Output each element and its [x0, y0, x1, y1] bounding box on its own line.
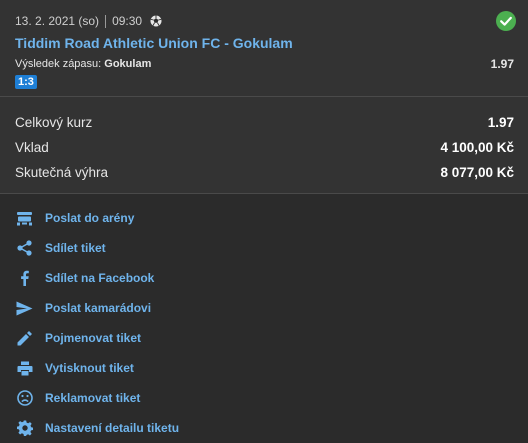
- pencil-icon: [16, 330, 33, 347]
- share-facebook-button[interactable]: Sdílet na Facebook: [0, 263, 528, 293]
- print-icon: [16, 360, 33, 377]
- actual-win-row: Skutečná výhra 8 077,00 Kč: [15, 164, 514, 189]
- print-ticket-label: Vytisknout tiket: [45, 361, 134, 375]
- actual-win-value: 8 077,00 Kč: [440, 165, 514, 180]
- meta-divider: [105, 14, 107, 28]
- send-icon: [16, 300, 33, 317]
- ticket-summary: Celkový kurz 1.97 Vklad 4 100,00 Kč Skut…: [0, 97, 528, 194]
- selection-pick: Gokulam: [104, 58, 152, 70]
- gear-icon: [16, 420, 33, 437]
- bet-meta: 13. 2. 2021 (so) 09:30: [15, 13, 514, 29]
- stake-row: Vklad 4 100,00 Kč: [15, 139, 514, 164]
- print-ticket-button[interactable]: Vytisknout tiket: [0, 353, 528, 383]
- stake-value: 4 100,00 Kč: [440, 140, 514, 155]
- send-to-arena-button[interactable]: Poslat do arény: [0, 203, 528, 233]
- send-to-friend-button[interactable]: Poslat kamarádovi: [0, 293, 528, 323]
- share-ticket-label: Sdílet tiket: [45, 241, 106, 255]
- bet-time: 09:30: [112, 14, 143, 28]
- total-odds-row: Celkový kurz 1.97: [15, 114, 514, 139]
- ticket-actions: Poslat do arény Sdílet tiket Sdílet na F…: [0, 194, 528, 443]
- ticket-detail-settings-button[interactable]: Nastavení detailu tiketu: [0, 413, 528, 443]
- selection-label: Výsledek zápasu: Gokulam: [15, 57, 151, 71]
- soccer-ball-icon: [150, 15, 162, 27]
- stake-label: Vklad: [15, 140, 49, 155]
- complain-ticket-button[interactable]: Reklamovat tiket: [0, 383, 528, 413]
- actual-win-label: Skutečná výhra: [15, 165, 109, 180]
- share-facebook-label: Sdílet na Facebook: [45, 271, 155, 285]
- arena-icon: [16, 210, 33, 227]
- total-odds-label: Celkový kurz: [15, 115, 93, 130]
- rename-ticket-label: Pojmenovat tiket: [45, 331, 142, 345]
- send-to-friend-label: Poslat kamarádovi: [45, 301, 152, 315]
- bet-selection-row: Výsledek zápasu: Gokulam 1.97: [15, 57, 514, 71]
- share-icon: [16, 240, 33, 257]
- rename-ticket-button[interactable]: Pojmenovat tiket: [0, 323, 528, 353]
- bet-date: 13. 2. 2021 (so): [15, 14, 100, 28]
- match-title[interactable]: Tiddim Road Athletic Union FC - Gokulam: [15, 34, 514, 52]
- complain-ticket-label: Reklamovat tiket: [45, 391, 141, 405]
- sad-face-icon: [16, 390, 33, 407]
- total-odds-value: 1.97: [487, 115, 514, 130]
- facebook-icon: [16, 270, 33, 287]
- won-check-icon: [496, 11, 516, 31]
- final-score-badge: 1:3: [15, 75, 37, 89]
- share-ticket-button[interactable]: Sdílet tiket: [0, 233, 528, 263]
- bet-card: 13. 2. 2021 (so) 09:30 Tiddim Road Athle…: [0, 0, 528, 97]
- selection-odd: 1.97: [490, 57, 514, 71]
- market-label: Výsledek zápasu:: [15, 58, 102, 70]
- ticket-detail-settings-label: Nastavení detailu tiketu: [45, 421, 180, 435]
- send-to-arena-label: Poslat do arény: [45, 211, 135, 225]
